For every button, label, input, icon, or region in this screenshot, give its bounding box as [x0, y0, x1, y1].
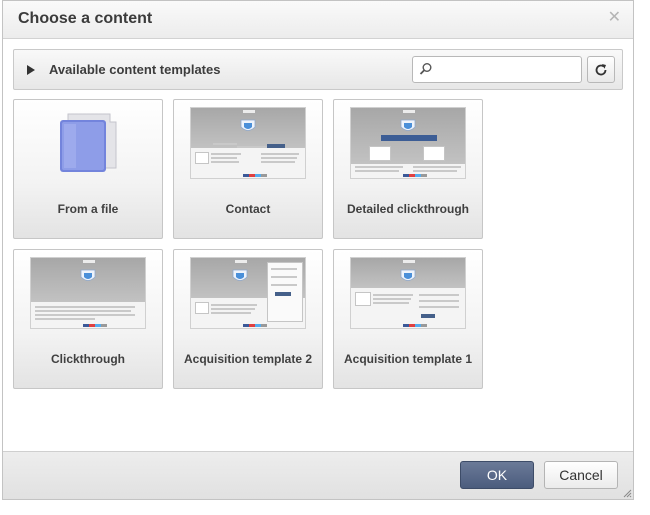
refresh-button[interactable] [587, 56, 615, 83]
template-label: Detailed clickthrough [346, 202, 470, 216]
close-icon[interactable]: ✕ [608, 10, 621, 26]
template-tile-acquisition-2[interactable]: Acquisition template 2 [173, 249, 323, 389]
template-label: Acquisition template 2 [183, 352, 313, 366]
dialog-footer: OK Cancel [3, 451, 633, 499]
refresh-icon [595, 64, 607, 76]
templates-toolbar: Available content templates [13, 49, 623, 90]
resize-grip-icon[interactable] [622, 488, 632, 498]
template-label: Clickthrough [51, 352, 125, 366]
template-tile-detailed-clickthrough[interactable]: Detailed clickthrough [333, 99, 483, 239]
toolbar-label: Available content templates [49, 62, 221, 77]
expand-arrow-icon[interactable] [27, 65, 35, 75]
detailed-clickthrough-thumbnail [350, 107, 466, 179]
template-label: Acquisition template 1 [343, 352, 473, 366]
acquisition-template-1-thumbnail [350, 257, 466, 329]
contact-template-thumbnail [190, 107, 306, 179]
dialog-titlebar: Choose a content ✕ [3, 1, 633, 39]
ok-button[interactable]: OK [460, 461, 534, 489]
template-label: From a file [57, 202, 119, 216]
template-tile-acquisition-1[interactable]: Acquisition template 1 [333, 249, 483, 389]
template-tile-from-a-file[interactable]: From a file [13, 99, 163, 239]
acquisition-template-2-thumbnail [190, 257, 306, 329]
template-label: Contact [225, 202, 271, 216]
choose-content-dialog: Choose a content ✕ Available content tem… [2, 0, 634, 500]
template-tile-contact[interactable]: Contact [173, 99, 323, 239]
cancel-button[interactable]: Cancel [544, 461, 618, 489]
search-input[interactable] [412, 56, 582, 83]
template-tile-clickthrough[interactable]: Clickthrough [13, 249, 163, 389]
clickthrough-thumbnail [30, 257, 146, 329]
folder-icon [60, 113, 117, 172]
dialog-title: Choose a content [18, 10, 153, 27]
